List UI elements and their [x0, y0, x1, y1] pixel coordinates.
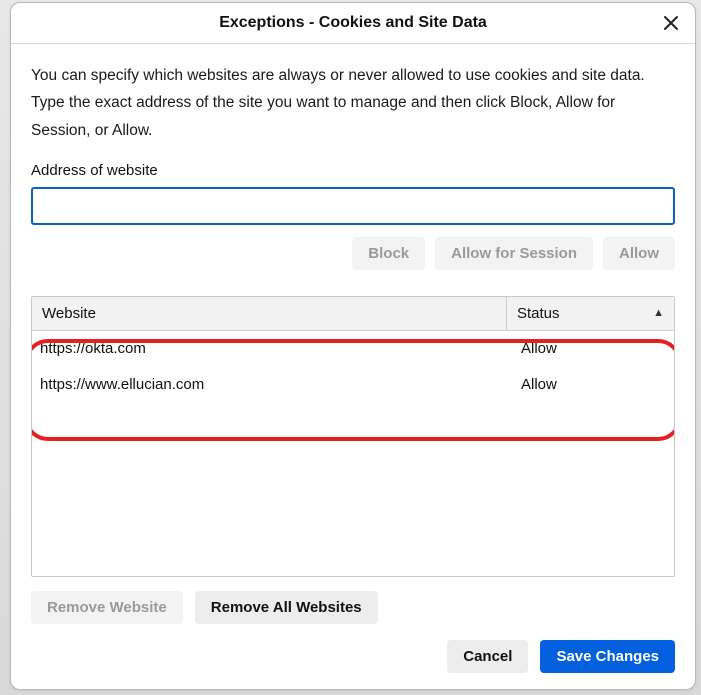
exceptions-dialog: Exceptions - Cookies and Site Data You c… [10, 2, 696, 690]
remove-all-websites-button[interactable]: Remove All Websites [195, 591, 378, 624]
cell-website: https://okta.com [32, 340, 507, 357]
dialog-body: You can specify which websites are alway… [11, 44, 695, 295]
table-row[interactable]: https://www.ellucian.com Allow [32, 367, 674, 403]
column-header-status[interactable]: Status ▲ [507, 305, 674, 322]
sort-asc-icon: ▲ [653, 307, 664, 319]
exceptions-table: Website Status ▲ https://okta.com Allow … [31, 296, 675, 577]
dialog-footer: Cancel Save Changes [11, 624, 695, 689]
dialog-header: Exceptions - Cookies and Site Data [11, 3, 695, 44]
allow-for-session-button[interactable]: Allow for Session [435, 237, 593, 270]
close-icon [663, 15, 679, 36]
remove-button-row: Remove Website Remove All Websites [11, 577, 695, 624]
column-header-website[interactable]: Website [32, 297, 507, 330]
table-header: Website Status ▲ [32, 297, 674, 331]
table-body: https://okta.com Allow https://www.elluc… [32, 331, 674, 576]
block-button[interactable]: Block [352, 237, 425, 270]
column-header-status-label: Status [517, 305, 560, 322]
cell-website: https://www.ellucian.com [32, 376, 507, 393]
table-row[interactable]: https://okta.com Allow [32, 331, 674, 367]
close-button[interactable] [657, 11, 685, 39]
allow-button[interactable]: Allow [603, 237, 675, 270]
action-button-row: Block Allow for Session Allow [31, 237, 675, 270]
dialog-description: You can specify which websites are alway… [31, 62, 675, 143]
column-header-website-label: Website [42, 305, 96, 322]
cell-status: Allow [507, 340, 674, 357]
address-label: Address of website [31, 162, 675, 179]
cell-status: Allow [507, 376, 674, 393]
dialog-title: Exceptions - Cookies and Site Data [219, 14, 487, 32]
save-changes-button[interactable]: Save Changes [540, 640, 675, 673]
remove-website-button[interactable]: Remove Website [31, 591, 183, 624]
cancel-button[interactable]: Cancel [447, 640, 528, 673]
address-input[interactable] [31, 187, 675, 225]
